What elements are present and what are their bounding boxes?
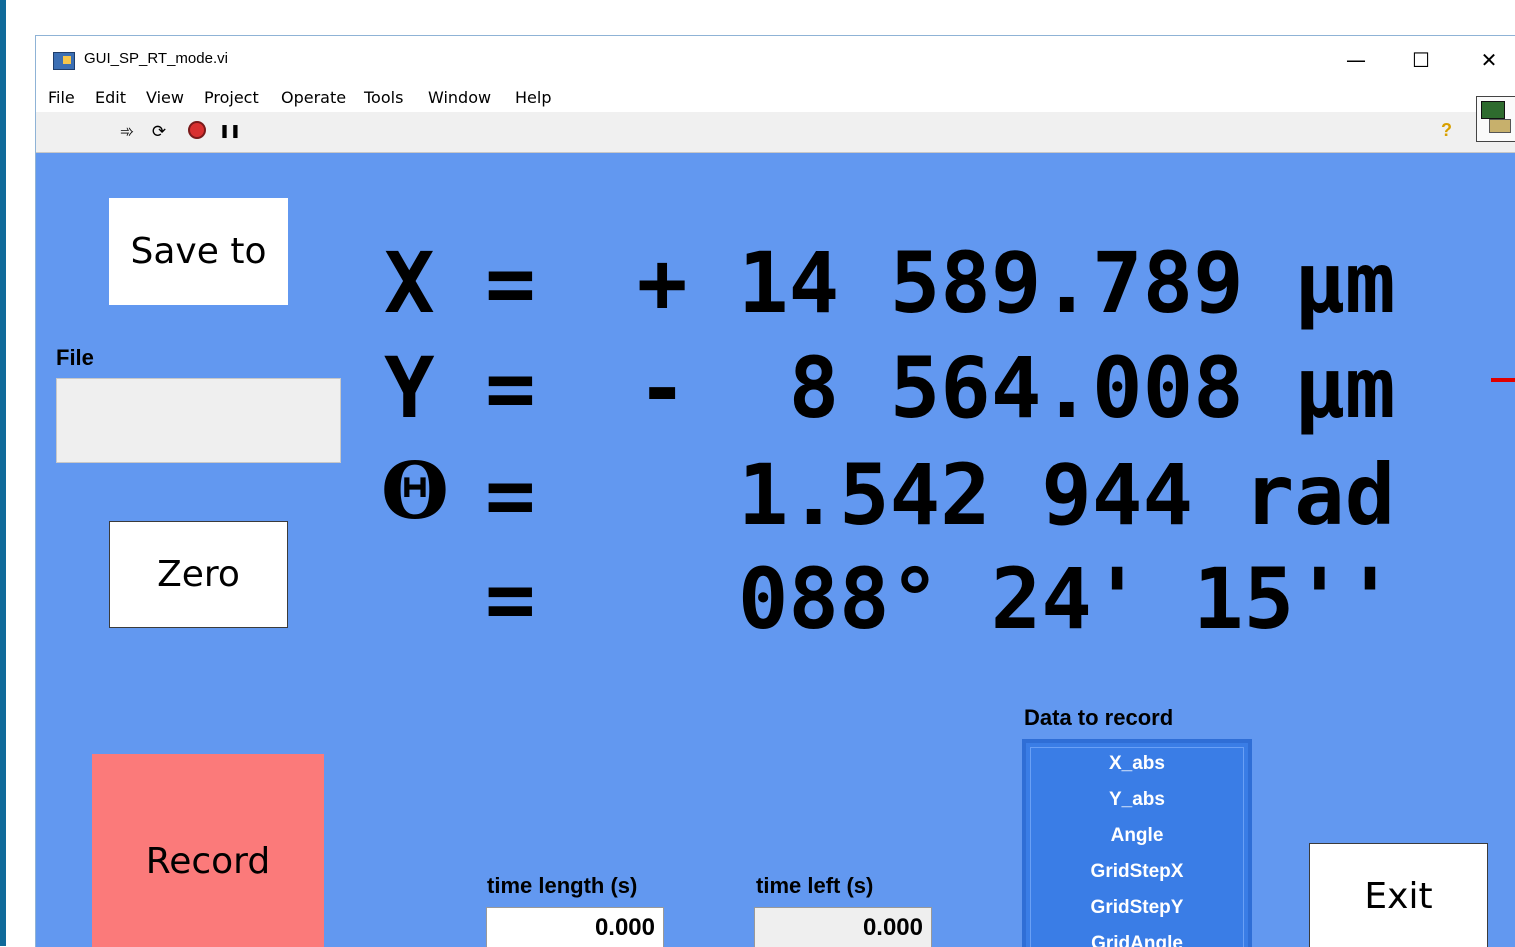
file-path-field[interactable] — [56, 378, 341, 463]
list-item-x-abs[interactable]: X_abs — [1026, 753, 1248, 775]
menu-project[interactable]: Project — [204, 88, 259, 107]
front-panel: Save to File Zero Record X = + 14 589.78… — [36, 153, 1515, 947]
vi-window: GUI_SP_RT_mode.vi — ☐ ✕ File Edit View P… — [35, 35, 1515, 947]
record-button[interactable]: Record — [92, 754, 324, 947]
toolbar: ➾ ⟳ ❚❚ ? — [36, 112, 1515, 153]
time-length-input[interactable]: 0.000 — [486, 907, 664, 947]
maximize-button[interactable]: ☐ — [1406, 48, 1436, 72]
theta-dms-readout: = 088° 24' 15'' — [485, 550, 1396, 648]
data-to-record-label: Data to record — [1024, 705, 1174, 730]
menu-window[interactable]: Window — [428, 88, 491, 107]
labview-vi-icon — [53, 52, 75, 70]
list-item-gridstepx[interactable]: GridStepX — [1026, 861, 1248, 883]
list-item-gridstepy[interactable]: GridStepY — [1026, 897, 1248, 919]
context-help-icon[interactable]: ? — [1441, 120, 1452, 141]
run-continuously-icon[interactable]: ⟳ — [148, 122, 170, 142]
save-to-button[interactable]: Save to — [109, 198, 288, 305]
pause-icon[interactable]: ❚❚ — [219, 122, 241, 142]
theta-symbol: Θ — [381, 446, 449, 537]
menu-tools[interactable]: Tools — [364, 88, 403, 107]
list-item-gridangle[interactable]: GridAngle — [1026, 933, 1248, 947]
overflow-marker — [1491, 378, 1515, 382]
theta-radians-readout: = 1.542 944 rad — [485, 446, 1396, 544]
list-item-angle[interactable]: Angle — [1026, 825, 1248, 847]
desktop-edge — [0, 0, 6, 946]
menu-edit[interactable]: Edit — [95, 88, 126, 107]
menu-help[interactable]: Help — [515, 88, 551, 107]
run-icon[interactable]: ➾ — [116, 122, 138, 142]
x-readout: X = + 14 589.789 µm — [384, 234, 1396, 332]
menu-operate[interactable]: Operate — [281, 88, 346, 107]
window-title: GUI_SP_RT_mode.vi — [84, 50, 228, 67]
menu-view[interactable]: View — [146, 88, 184, 107]
time-left-indicator: 0.000 — [754, 907, 932, 947]
minimize-button[interactable]: — — [1341, 48, 1371, 72]
close-button[interactable]: ✕ — [1474, 48, 1504, 72]
data-to-record-listbox[interactable]: X_abs Y_abs Angle GridStepX GridStepY Gr… — [1022, 739, 1252, 947]
time-length-label: time length (s) — [487, 873, 638, 898]
list-item-y-abs[interactable]: Y_abs — [1026, 789, 1248, 811]
vi-connector-icon — [1476, 96, 1515, 142]
menu-bar: File Edit View Project Operate Tools Win… — [36, 84, 1515, 112]
menu-file[interactable]: File — [48, 88, 75, 107]
file-label: File — [56, 345, 94, 370]
time-left-label: time left (s) — [756, 873, 874, 898]
exit-button[interactable]: Exit — [1309, 843, 1488, 947]
abort-execution-icon[interactable] — [188, 121, 206, 139]
zero-button[interactable]: Zero — [109, 521, 288, 628]
y-readout: Y = - 8 564.008 µm — [384, 339, 1396, 437]
title-bar: GUI_SP_RT_mode.vi — ☐ ✕ — [36, 36, 1515, 84]
